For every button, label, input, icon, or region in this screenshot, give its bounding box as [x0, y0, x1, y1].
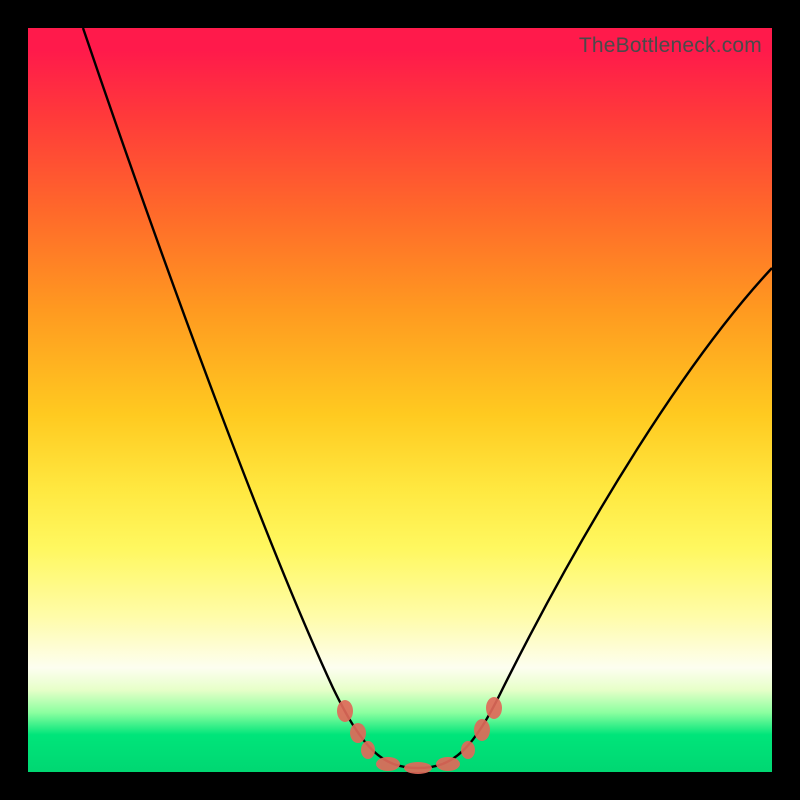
marker-dot — [486, 697, 502, 719]
plot-area: TheBottleneck.com — [28, 28, 772, 772]
bottleneck-curve — [83, 28, 772, 768]
marker-dot — [404, 762, 432, 774]
marker-dot — [474, 719, 490, 741]
marker-dot — [461, 741, 475, 759]
marker-group — [337, 697, 502, 774]
curve-layer — [28, 28, 772, 772]
marker-dot — [350, 723, 366, 743]
marker-dot — [376, 757, 400, 771]
chart-frame: TheBottleneck.com — [0, 0, 800, 800]
marker-dot — [361, 741, 375, 759]
marker-dot — [436, 757, 460, 771]
marker-dot — [337, 700, 353, 722]
